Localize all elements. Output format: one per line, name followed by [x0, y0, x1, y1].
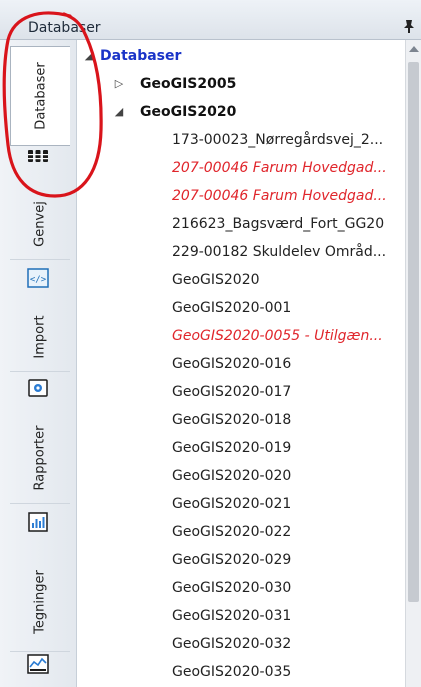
tree-item-label: GeoGIS2020-022	[172, 524, 292, 540]
tree-item-label: GeoGIS2020-016	[172, 356, 292, 372]
tree-item-database[interactable]: GeoGIS2020-001	[78, 294, 405, 322]
tree-group-geogis2005[interactable]: ▷ GeoGIS2005	[78, 70, 405, 98]
tab-tegninger[interactable]: Tegninger	[10, 552, 70, 652]
tree-item-database[interactable]: GeoGIS2020-021	[78, 490, 405, 518]
tree-item-database[interactable]: GeoGIS2020-020	[78, 462, 405, 490]
tab-tegninger-label: Tegninger	[32, 569, 48, 634]
database-tree: ◢ Databaser ▷ GeoGIS2005 ◢ GeoGIS2020 17…	[78, 40, 405, 687]
import-icon[interactable]	[26, 376, 50, 400]
tree-item-label: GeoGIS2020-031	[172, 608, 292, 624]
vertical-tab-strip: Databaser Genvej </> Import Rapporter Te…	[0, 40, 77, 687]
tree-item-label: GeoGIS2020-020	[172, 468, 292, 484]
scroll-up-icon[interactable]	[409, 46, 419, 52]
tab-genvej-label: Genvej	[32, 200, 48, 247]
tab-rapporter-label: Rapporter	[32, 425, 48, 490]
tree-item-label: 207-00046 Farum Hovedgad...	[172, 160, 387, 176]
tree-group-geogis2020[interactable]: ◢ GeoGIS2020	[78, 98, 405, 126]
tab-genvej[interactable]: Genvej	[10, 188, 70, 260]
tree-item-label: 207-00046 Farum Hovedgad...	[172, 188, 387, 204]
tree-item-label: GeoGIS2020-021	[172, 496, 292, 512]
bar-chart-icon[interactable]	[26, 510, 50, 534]
pin-icon[interactable]	[401, 18, 417, 34]
code-tag-icon[interactable]: </>	[26, 266, 50, 290]
tree-item-label: 216623_Bagsværd_Fort_GG20	[172, 216, 385, 232]
tree-item-label: 173-00023_Nørregårdsvej_2...	[172, 132, 384, 148]
tree-item-database[interactable]: GeoGIS2020-029	[78, 546, 405, 574]
collapse-arrow-icon[interactable]: ◢	[112, 98, 126, 126]
tree-item-database[interactable]: 173-00023_Nørregårdsvej_2...	[78, 126, 405, 154]
tree-item-label: GeoGIS2020-018	[172, 412, 292, 428]
tree-item-label: GeoGIS2020-0055 - Utilgæn...	[172, 328, 383, 344]
tree-item-database[interactable]: GeoGIS2020-016	[78, 350, 405, 378]
tree-item-database[interactable]: GeoGIS2020-018	[78, 406, 405, 434]
tree-item-label: GeoGIS2020-032	[172, 636, 292, 652]
panel-titlebar: Databaser	[0, 0, 421, 40]
database-icon[interactable]	[26, 144, 50, 168]
tree-item-label: GeoGIS2020-029	[172, 552, 292, 568]
tab-databaser[interactable]: Databaser	[10, 46, 70, 146]
tree-item-database[interactable]: GeoGIS2020	[78, 266, 405, 294]
tree-item-label: GeoGIS2020-035	[172, 664, 292, 680]
tree-item-label: GeoGIS2020-001	[172, 300, 292, 316]
tree-item-database[interactable]: GeoGIS2020-035	[78, 658, 405, 686]
vertical-scrollbar[interactable]	[405, 40, 421, 687]
tree-item-database[interactable]: GeoGIS2020-030	[78, 574, 405, 602]
tree-item-database[interactable]: 207-00046 Farum Hovedgad...	[78, 182, 405, 210]
tree-item-label: GeoGIS2020-017	[172, 384, 292, 400]
tree-item-database[interactable]: GeoGIS2020-031	[78, 602, 405, 630]
tree-item-label: GeoGIS2020	[172, 272, 260, 288]
tree-item-label: 229-00182 Skuldelev Områd...	[172, 244, 387, 260]
svg-text:</>: </>	[30, 275, 47, 285]
tree-item-database[interactable]: GeoGIS2020-017	[78, 378, 405, 406]
line-chart-icon[interactable]	[26, 652, 50, 676]
tab-rapporter[interactable]: Rapporter	[10, 412, 70, 504]
tree-root-label: Databaser	[100, 48, 182, 64]
tree-item-label: GeoGIS2020-019	[172, 440, 292, 456]
panel-title: Databaser	[28, 20, 101, 36]
tab-import-label: Import	[32, 314, 48, 359]
tree-item-database[interactable]: GeoGIS2020-0055 - Utilgæn...	[78, 322, 405, 350]
tree-item-database[interactable]: 229-00182 Skuldelev Områd...	[78, 238, 405, 266]
tab-databaser-label: Databaser	[33, 62, 48, 130]
scrollbar-thumb[interactable]	[408, 62, 419, 602]
tree-item-database[interactable]: GeoGIS2020-019	[78, 434, 405, 462]
tree-item-database[interactable]: GeoGIS2020-032	[78, 630, 405, 658]
tree-item-database[interactable]: 207-00046 Farum Hovedgad...	[78, 154, 405, 182]
expand-arrow-icon[interactable]: ▷	[112, 70, 126, 98]
tree-group-label: GeoGIS2020	[140, 104, 237, 120]
tab-import[interactable]: Import	[10, 302, 70, 372]
tree-item-database[interactable]: GeoGIS2020-022	[78, 518, 405, 546]
tree-root-databaser[interactable]: ◢ Databaser	[78, 42, 405, 70]
tree-item-database[interactable]: 216623_Bagsværd_Fort_GG20	[78, 210, 405, 238]
collapse-arrow-icon[interactable]: ◢	[82, 42, 96, 70]
tree-group-label: GeoGIS2005	[140, 76, 237, 92]
tree-item-label: GeoGIS2020-030	[172, 580, 292, 596]
